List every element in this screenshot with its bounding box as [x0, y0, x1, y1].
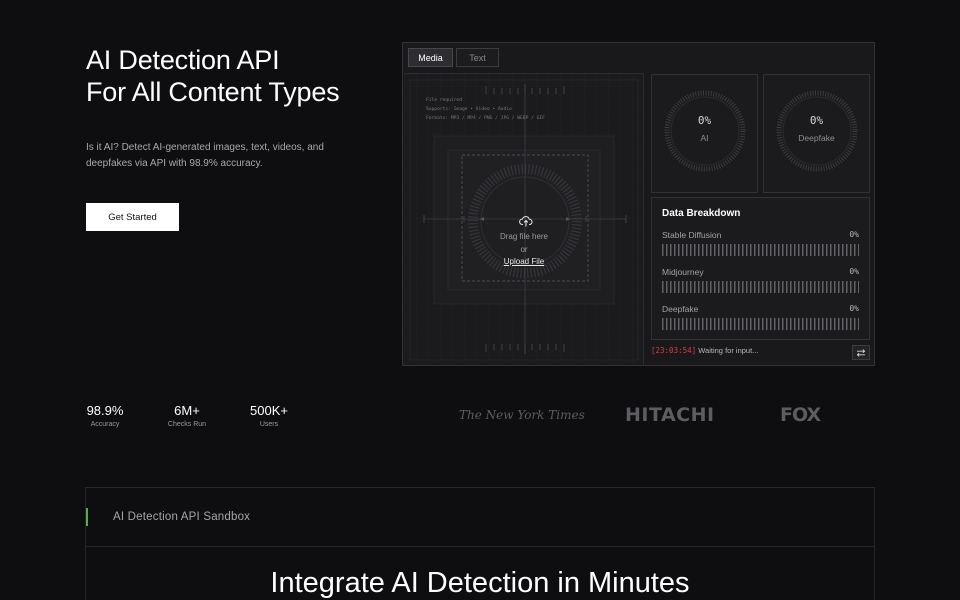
- upload-requirements: File required Supports: Image • Video • …: [426, 96, 545, 123]
- stat-label: Users: [259, 421, 279, 428]
- hero-title: AI Detection API For All Content Types: [86, 44, 340, 108]
- requirement-line: Supports: Image • Video • Audio: [426, 107, 512, 112]
- hitachi-logo: HITACHI: [625, 404, 715, 426]
- deepfake-score-label: Deepfake: [798, 133, 835, 143]
- upload-dropzone[interactable]: File required Supports: Image • Video • …: [404, 73, 644, 365]
- swap-button[interactable]: [852, 345, 870, 360]
- get-started-button[interactable]: Get Started: [86, 203, 179, 231]
- deepfake-score-value: 0%: [809, 114, 824, 127]
- ai-score-gauge: 0% AI: [651, 74, 758, 193]
- stat-users: 500K+ Users: [247, 403, 291, 428]
- breakdown-row-percent: 0%: [849, 230, 859, 239]
- deepfake-score-gauge: 0% Deepfake: [763, 74, 870, 193]
- sandbox-heading: Integrate AI Detection in Minutes: [270, 567, 690, 599]
- breakdown-row-bar: [662, 281, 859, 293]
- drag-instruction: Drag file here: [499, 232, 549, 241]
- nyt-logo: The New York Times: [459, 408, 585, 422]
- status-timestamp: [23:03:54]: [651, 346, 697, 355]
- detector-widget: Media Text File required Supports: Image…: [402, 42, 875, 366]
- stat-value: 500K+: [250, 403, 288, 418]
- stat-checks-run: 6M+ Checks Run: [167, 403, 207, 428]
- requirement-line: File required: [426, 98, 462, 103]
- stat-label: Accuracy: [90, 421, 120, 428]
- deepfake-gauge-ring: [776, 90, 858, 172]
- hero-title-line-1: AI Detection API: [86, 45, 280, 75]
- ai-gauge-ring: [664, 90, 746, 172]
- page: AI Detection API For All Content Types I…: [0, 0, 960, 600]
- status-message: Waiting for input...: [698, 346, 759, 355]
- requirement-line: Formats: MP3 / MP4 / PNG / JPG / WEBP / …: [426, 116, 545, 121]
- data-breakdown-panel: Data Breakdown Stable Diffusion 0% Midjo…: [651, 197, 870, 340]
- breakdown-title: Data Breakdown: [662, 208, 741, 219]
- api-sandbox-section: AI Detection API Sandbox Integrate AI De…: [85, 487, 875, 600]
- breakdown-row-bar: [662, 318, 859, 330]
- breakdown-row-percent: 0%: [849, 267, 859, 276]
- ai-score-value: 0%: [697, 114, 712, 127]
- sandbox-header: AI Detection API Sandbox: [86, 488, 874, 547]
- breakdown-row-percent: 0%: [849, 304, 859, 313]
- content-type-tabs: Media Text: [408, 48, 499, 67]
- tab-text[interactable]: Text: [456, 48, 499, 67]
- breakdown-row-label: Stable Diffusion: [662, 230, 722, 240]
- fox-logo: FOX: [780, 404, 821, 426]
- stat-label: Checks Run: [167, 421, 207, 428]
- status-line: [23:03:54] Waiting for input...: [651, 346, 758, 355]
- or-separator: or: [520, 245, 528, 254]
- ai-score-label: AI: [700, 133, 709, 143]
- sandbox-label: AI Detection API Sandbox: [113, 511, 251, 523]
- upload-file-link[interactable]: Upload File: [404, 257, 643, 266]
- breakdown-row-bar: [662, 244, 859, 256]
- swap-arrows-icon: [856, 348, 866, 357]
- stat-value: 98.9%: [86, 403, 124, 418]
- breakdown-row-label: Midjourney: [662, 267, 704, 277]
- tab-media[interactable]: Media: [408, 48, 453, 67]
- stat-value: 6M+: [174, 403, 200, 418]
- stat-accuracy: 98.9% Accuracy: [86, 403, 124, 428]
- upload-cloud-icon: [519, 216, 533, 227]
- stats-row: 98.9% Accuracy 6M+ Checks Run 500K+ User…: [86, 403, 291, 428]
- sandbox-accent-bar: [86, 508, 88, 526]
- hero-description: Is it AI? Detect AI-generated images, te…: [86, 142, 324, 169]
- hero-title-line-2: For All Content Types: [86, 77, 340, 107]
- breakdown-row-label: Deepfake: [662, 304, 699, 314]
